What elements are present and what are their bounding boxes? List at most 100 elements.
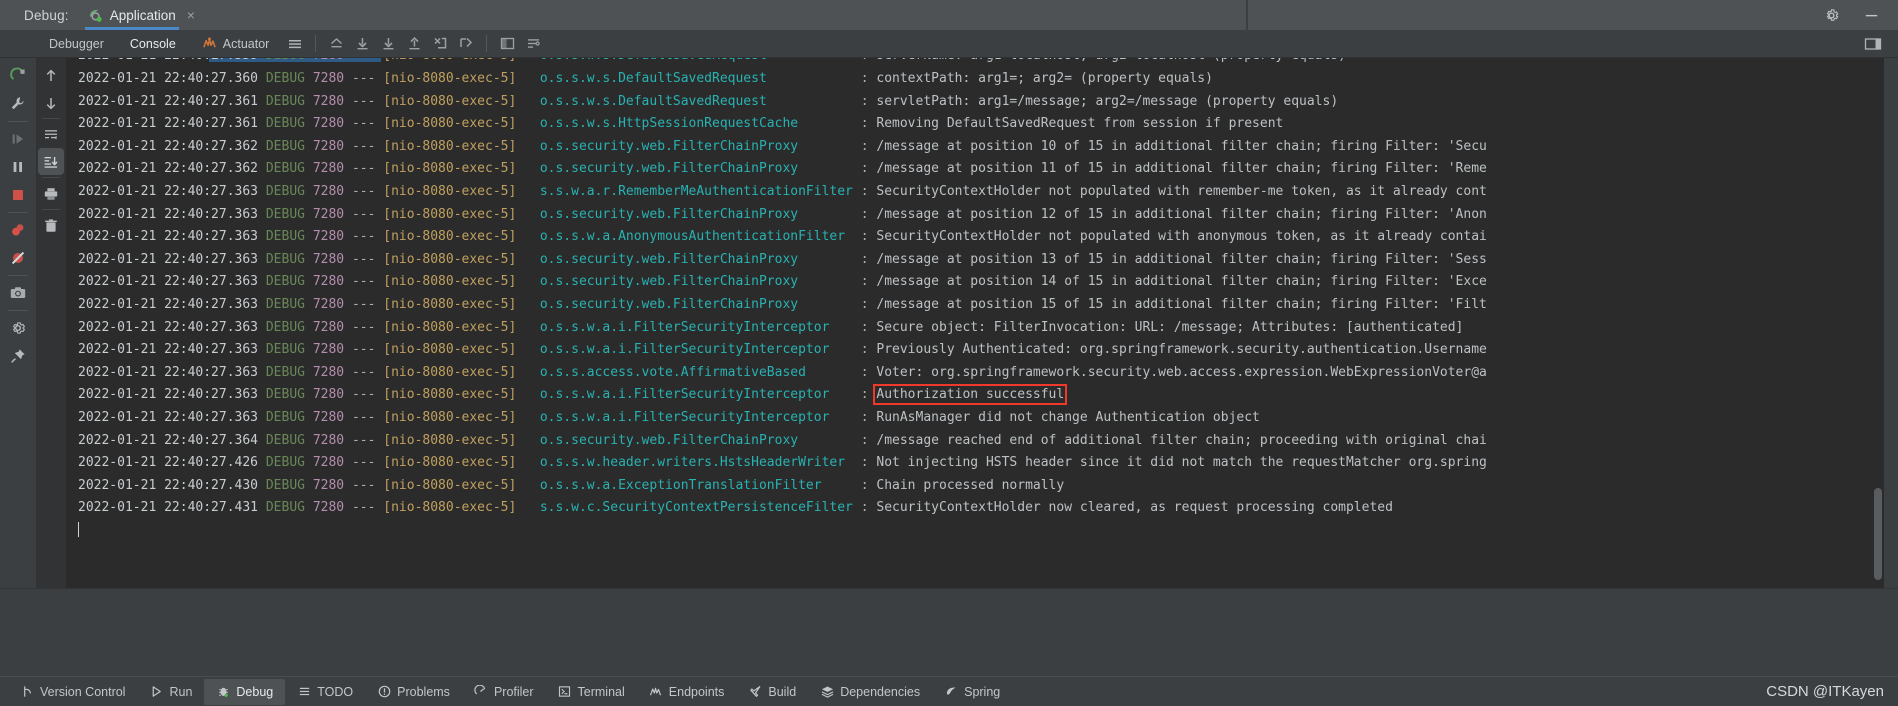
resume-program-icon[interactable]: [3, 125, 33, 153]
console-log-line: 2022-01-21 22:40:27.361 DEBUG 7280 --- […: [78, 113, 1884, 136]
edit-configurations-icon[interactable]: [3, 90, 33, 118]
log-message: Secure object: FilterInvocation: URL: /m…: [876, 319, 1464, 335]
pin-tab-icon[interactable]: [3, 342, 33, 370]
log-thread: [nio-8080-exec-5]: [383, 116, 540, 132]
sidebar-item-build[interactable]: Build: [736, 679, 808, 705]
sidebar-label-version-control: Version Control: [40, 684, 126, 699]
print-icon[interactable]: [38, 180, 64, 207]
log-timestamp: 2022-01-21 22:40:27.362: [78, 161, 266, 177]
log-pid: 7280: [312, 500, 352, 516]
log-separator: ---: [351, 432, 384, 448]
status-strip: [0, 588, 1898, 608]
log-pid: 7280: [312, 455, 352, 471]
tab-actuator[interactable]: Actuator: [189, 30, 283, 58]
console-lines-container: 2022-01-21 22:40:27.360 DEBUG 7280 --- […: [66, 58, 1884, 542]
gear-icon[interactable]: [1822, 6, 1840, 24]
sidebar-item-run[interactable]: Run: [137, 679, 204, 705]
restore-layout-icon[interactable]: [1860, 33, 1886, 55]
console-navigation-gutter: [36, 58, 66, 588]
list-icon: [297, 685, 311, 699]
sidebar-item-problems[interactable]: Problems: [365, 679, 462, 705]
tab-console[interactable]: Console: [117, 30, 189, 58]
console-log-line: 2022-01-21 22:40:27.363 DEBUG 7280 --- […: [78, 294, 1884, 317]
nav-separator-3: [42, 209, 60, 210]
log-pid: 7280: [312, 274, 352, 290]
layout-menu-icon[interactable]: [282, 33, 308, 55]
settings-icon[interactable]: [3, 314, 33, 342]
force-step-into-icon[interactable]: [427, 33, 453, 55]
pause-program-icon[interactable]: [3, 153, 33, 181]
run-configuration-tab-application[interactable]: Application ×: [74, 0, 205, 30]
sidebar-label-spring: Spring: [964, 684, 1001, 699]
log-colon: :: [860, 319, 877, 335]
log-logger: o.s.s.w.a.i.FilterSecurityInterceptor: [539, 342, 861, 358]
up-arrow-icon[interactable]: [38, 62, 64, 89]
log-separator: ---: [351, 274, 384, 290]
titlebar-filler-left: [204, 0, 1246, 30]
minimize-icon[interactable]: [1862, 6, 1880, 24]
tab-debugger-label: Debugger: [49, 36, 104, 51]
evaluate-expression-icon[interactable]: [494, 33, 520, 55]
hammer-icon: [748, 685, 762, 699]
log-pid: 7280: [312, 251, 352, 267]
log-separator: ---: [351, 206, 384, 222]
log-level: DEBUG: [265, 116, 313, 132]
sidebar-item-version-control[interactable]: Version Control: [8, 679, 137, 705]
step-out-icon[interactable]: [401, 33, 427, 55]
scroll-to-end-icon[interactable]: [38, 148, 64, 175]
soft-wrap-icon[interactable]: [38, 121, 64, 148]
close-icon[interactable]: ×: [187, 8, 195, 22]
log-thread: [nio-8080-exec-5]: [383, 274, 540, 290]
console-vertical-scrollbar[interactable]: [1872, 58, 1884, 588]
log-message: SecurityContextHolder now cleared, as re…: [876, 500, 1393, 516]
delete-icon[interactable]: [38, 212, 64, 239]
step-over-icon[interactable]: [349, 33, 375, 55]
stop-icon[interactable]: [3, 181, 33, 209]
log-timestamp: 2022-01-21 22:40:27.361: [78, 93, 266, 109]
log-pid: 7280: [312, 387, 352, 403]
console-log-line: 2022-01-21 22:40:27.431 DEBUG 7280 --- […: [78, 497, 1884, 520]
sidebar-item-dependencies[interactable]: Dependencies: [808, 679, 932, 705]
log-separator: ---: [351, 477, 384, 493]
scrollbar-thumb[interactable]: [1874, 488, 1882, 580]
console-log-line: 2022-01-21 22:40:27.361 DEBUG 7280 --- […: [78, 91, 1884, 114]
log-thread: [nio-8080-exec-5]: [383, 71, 540, 86]
log-timestamp: 2022-01-21 22:40:27.363: [78, 274, 266, 290]
console-log-line: 2022-01-21 22:40:27.363 DEBUG 7280 --- […: [78, 181, 1884, 204]
log-colon: :: [860, 387, 877, 403]
tab-debugger[interactable]: Debugger: [36, 30, 117, 58]
console-caret-line[interactable]: [78, 520, 1884, 543]
sidebar-item-endpoints[interactable]: Endpoints: [637, 679, 737, 705]
sidebar-item-todo[interactable]: TODO: [285, 679, 365, 705]
log-colon: :: [860, 296, 877, 312]
log-pid: 7280: [312, 319, 352, 335]
settings-filter-icon[interactable]: [520, 33, 546, 55]
log-logger: o.s.s.w.a.i.FilterSecurityInterceptor: [539, 387, 861, 403]
toolrow-left-pad: [0, 30, 36, 58]
screenshot-icon[interactable]: [3, 279, 33, 307]
log-logger: o.s.security.web.FilterChainProxy: [539, 138, 861, 154]
mute-breakpoints-icon[interactable]: [3, 244, 33, 272]
debug-console-output[interactable]: 2022-01-21 22:40:27.359 DEBUG 7280 --- […: [66, 58, 1884, 588]
log-pid: 7280: [312, 229, 352, 245]
log-message: contextPath: arg1=; arg2= (property equa…: [876, 71, 1213, 86]
gutter-separator-4: [8, 310, 28, 311]
sidebar-item-debug[interactable]: Debug: [204, 678, 286, 705]
down-arrow-icon[interactable]: [38, 89, 64, 116]
log-timestamp: 2022-01-21 22:40:27.363: [78, 387, 266, 403]
sidebar-item-profiler[interactable]: Profiler: [462, 679, 546, 705]
sidebar-item-spring[interactable]: Spring: [932, 679, 1012, 705]
log-logger: o.s.security.web.FilterChainProxy: [539, 274, 861, 290]
sidebar-item-terminal[interactable]: Terminal: [546, 679, 637, 705]
view-breakpoints-icon[interactable]: [3, 216, 33, 244]
log-level: DEBUG: [265, 251, 313, 267]
run-configuration-tab-title: Application: [109, 7, 176, 23]
log-message: /message at position 13 of 15 in additio…: [876, 251, 1487, 267]
run-to-cursor-icon[interactable]: [453, 33, 479, 55]
console-log-line: 2022-01-21 22:40:27.362 DEBUG 7280 --- […: [78, 158, 1884, 181]
console-log-line: 2022-01-21 22:40:27.363 DEBUG 7280 --- […: [78, 339, 1884, 362]
show-execution-point-icon[interactable]: [323, 33, 349, 55]
rerun-icon[interactable]: [3, 62, 33, 90]
log-thread: [nio-8080-exec-5]: [383, 296, 540, 312]
step-into-icon[interactable]: [375, 33, 401, 55]
